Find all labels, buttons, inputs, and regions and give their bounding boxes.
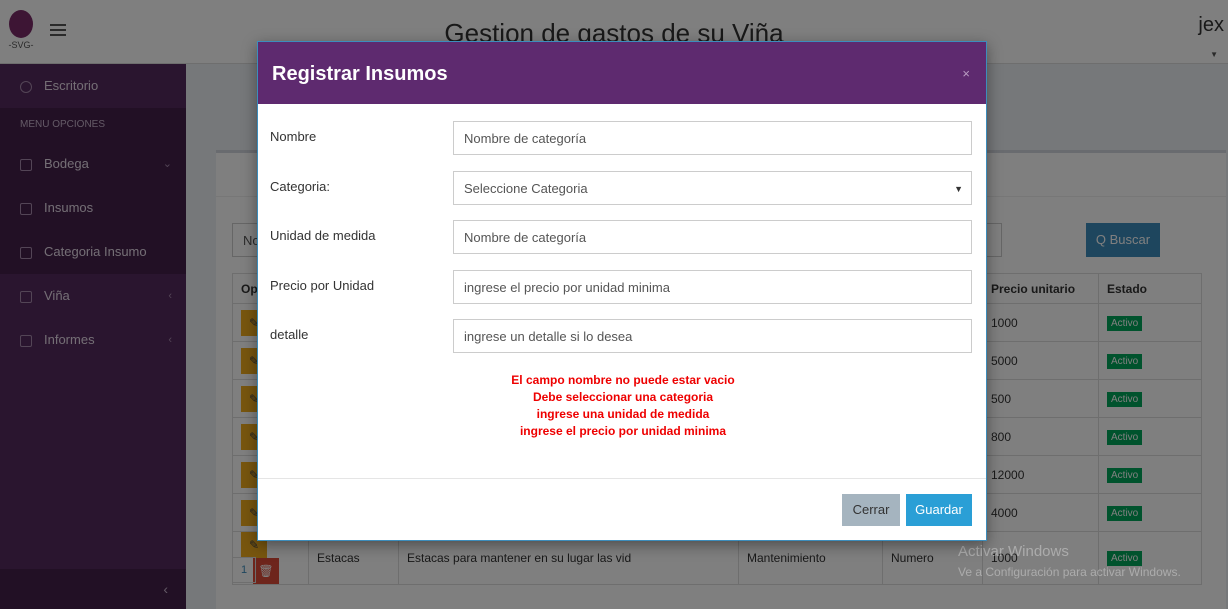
precio-input[interactable] <box>453 270 972 304</box>
modal-footer: Cerrar Guardar <box>258 478 986 541</box>
modal-title: Registrar Insumos <box>272 63 448 85</box>
close-icon[interactable]: × <box>962 66 970 81</box>
precio-label: Precio por Unidad <box>270 278 375 293</box>
error-message: ingrese el precio por unidad minima <box>519 424 727 438</box>
guardar-button[interactable]: Guardar <box>906 494 972 526</box>
categoria-selected-value: Seleccione Categoria <box>464 181 588 196</box>
modal-header: Registrar Insumos × <box>258 42 986 104</box>
error-message: Debe seleccionar una categoria <box>532 390 714 404</box>
watermark-title: Activar Windows <box>958 543 1069 560</box>
categoria-label: Categoria: <box>270 179 330 194</box>
detalle-label: detalle <box>270 327 309 342</box>
detalle-input[interactable] <box>453 319 972 353</box>
form-row-nombre: Nombre <box>270 121 972 155</box>
registrar-insumos-modal: Registrar Insumos × Nombre Categoria: Se… <box>257 41 987 541</box>
error-message: El campo nombre no puede estar vacio <box>511 373 735 387</box>
error-message: ingrese una unidad de medida <box>536 407 710 421</box>
form-row-categoria: Categoria: Seleccione Categoria ▼ <box>270 171 972 205</box>
validation-errors: El campo nombre no puede estar vacio Deb… <box>258 372 988 440</box>
cerrar-button[interactable]: Cerrar <box>842 494 900 526</box>
form-row-precio: Precio por Unidad <box>270 270 972 304</box>
categoria-select[interactable]: Seleccione Categoria ▼ <box>453 171 972 205</box>
watermark-subtitle: Ve a Configuración para activar Windows. <box>958 565 1181 579</box>
form-row-detalle: detalle <box>270 319 972 353</box>
dropdown-arrow-icon: ▼ <box>954 184 963 194</box>
windows-activation-watermark: Activar Windows Ve a Configuración para … <box>958 542 1181 582</box>
unidad-input[interactable] <box>453 220 972 254</box>
unidad-label: Unidad de medida <box>270 228 376 243</box>
nombre-input[interactable] <box>453 121 972 155</box>
nombre-label: Nombre <box>270 129 317 144</box>
form-row-unidad: Unidad de medida <box>270 220 972 254</box>
